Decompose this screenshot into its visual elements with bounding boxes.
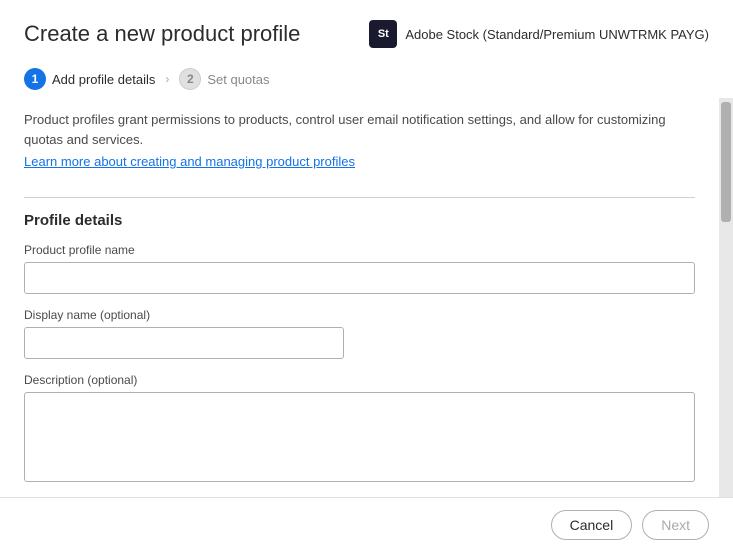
main-content: Product profiles grant permissions to pr… — [0, 98, 719, 497]
description-group: Description (optional) — [24, 373, 695, 487]
info-description: Product profiles grant permissions to pr… — [24, 110, 695, 149]
product-profile-name-input[interactable] — [24, 262, 695, 294]
display-name-group: Display name (optional) — [24, 308, 695, 359]
step-2-circle: 2 — [179, 68, 201, 90]
step-chevron: › — [165, 72, 169, 86]
profile-details-title: Profile details — [24, 212, 695, 229]
scrollbar-thumb[interactable] — [721, 102, 731, 222]
org-icon: St — [369, 20, 397, 48]
display-name-input[interactable] — [24, 327, 344, 359]
next-button[interactable]: Next — [642, 510, 709, 540]
steps-bar: 1 Add profile details › 2 Set quotas — [0, 60, 733, 98]
description-label: Description (optional) — [24, 373, 695, 387]
org-name: Adobe Stock (Standard/Premium UNWTRMK PA… — [405, 27, 709, 42]
step-1-circle: 1 — [24, 68, 46, 90]
description-input[interactable] — [24, 392, 695, 482]
page-title: Create a new product profile — [24, 21, 300, 47]
content-area: Product profiles grant permissions to pr… — [0, 98, 733, 497]
scrollbar-track[interactable] — [719, 98, 733, 497]
step-1: 1 Add profile details — [24, 68, 155, 90]
display-name-label: Display name (optional) — [24, 308, 695, 322]
section-divider — [24, 197, 695, 198]
modal-footer: Cancel Next — [0, 497, 733, 552]
step-2-label: Set quotas — [207, 72, 269, 87]
org-badge: St Adobe Stock (Standard/Premium UNWTRMK… — [369, 20, 709, 48]
product-profile-name-group: Product profile name — [24, 243, 695, 294]
learn-more-link[interactable]: Learn more about creating and managing p… — [24, 154, 355, 169]
step-1-label: Add profile details — [52, 72, 155, 87]
product-profile-name-label: Product profile name — [24, 243, 695, 257]
modal-header: Create a new product profile St Adobe St… — [0, 0, 733, 60]
modal-container: Create a new product profile St Adobe St… — [0, 0, 733, 552]
cancel-button[interactable]: Cancel — [551, 510, 633, 540]
step-2: 2 Set quotas — [179, 68, 269, 90]
